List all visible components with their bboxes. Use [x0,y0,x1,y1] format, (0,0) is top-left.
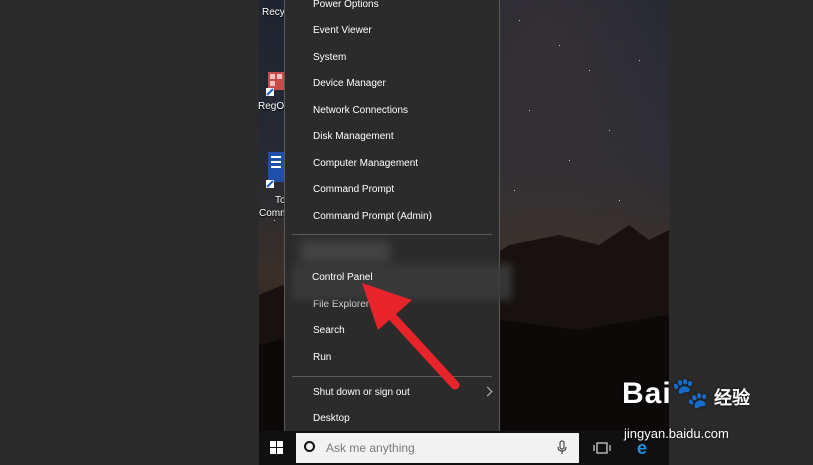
microphone-icon[interactable] [555,440,569,456]
chevron-right-icon [482,386,493,397]
menu-item-system[interactable]: System [285,45,499,71]
search-placeholder: Ask me anything [326,441,415,455]
menu-separator [292,376,492,377]
cortana-icon [304,441,315,452]
menu-separator [292,234,492,235]
menu-item-power-options[interactable]: Power Options [285,0,499,18]
menu-item-search[interactable]: Search [285,318,499,344]
shut-down-label: Shut down or sign out [313,387,410,398]
quick-link-menu: Power Options Event Viewer System Device… [284,0,500,441]
menu-item-device-manager[interactable]: Device Manager [285,71,499,97]
menu-item-run[interactable]: Run [285,345,499,371]
menu-item-desktop[interactable]: Desktop [285,406,499,432]
menu-item-event-viewer[interactable]: Event Viewer [285,18,499,44]
document-shortcut-icon[interactable] [266,152,286,192]
menu-item-disk-management[interactable]: Disk Management [285,124,499,150]
watermark-url: jingyan.baidu.com [624,426,729,441]
menu-item-command-prompt-admin[interactable]: Command Prompt (Admin) [285,204,499,230]
baidu-logo: Bai🐾 [622,376,710,411]
paw-icon: 🐾 [671,377,711,410]
menu-item-shut-down-or-sign-out[interactable]: Shut down or sign out [285,380,499,406]
menu-item-control-panel[interactable]: Control Panel [312,272,373,283]
task-view-icon[interactable] [593,440,611,456]
baidu-watermark: Bai🐾 经验 jingyan.baidu.com [622,376,812,446]
blurred-region [300,241,390,263]
menu-item-command-prompt[interactable]: Command Prompt [285,177,499,203]
regedit-label[interactable]: RegO [258,101,284,112]
baidu-logo-text: Bai [622,377,672,410]
jingyan-label: 经验 [714,388,750,408]
menu-item-computer-management[interactable]: Computer Management [285,151,499,177]
cortana-search-box[interactable]: Ask me anything [296,433,579,463]
taskbar: Ask me anything e [259,431,669,465]
registry-shortcut-icon[interactable] [266,70,286,96]
windows-start-icon[interactable] [259,431,295,465]
menu-item-network-connections[interactable]: Network Connections [285,98,499,124]
